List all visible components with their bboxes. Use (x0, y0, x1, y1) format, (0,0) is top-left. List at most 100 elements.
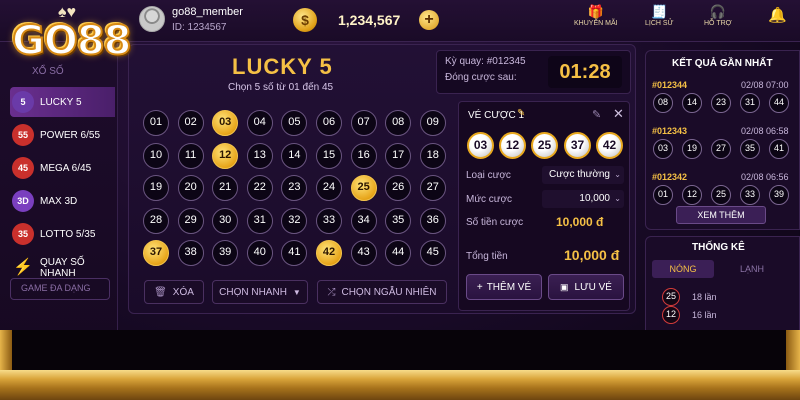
mega645-icon: 45 (12, 157, 34, 179)
sidebar-footer[interactable]: GAME ĐA DẠNG (10, 278, 110, 300)
number-ball[interactable]: 21 (212, 175, 239, 201)
number-ball[interactable]: 36 (419, 207, 446, 234)
number-ball[interactable]: 35 (385, 207, 412, 234)
number-ball[interactable]: 39 (212, 240, 239, 266)
bell-icon[interactable]: 🔔 (768, 6, 787, 24)
pencil-icon[interactable]: ✎ (517, 108, 525, 119)
number-ball[interactable]: 04 (246, 110, 273, 136)
result-draw-id: #012344 (652, 80, 688, 90)
number-ball[interactable]: 11 (177, 142, 204, 169)
bet-amount-label: Số tiền cược (466, 217, 524, 228)
sidebar-item-label: MEGA 6/45 (40, 162, 92, 174)
max3d-icon: 3D (12, 190, 34, 212)
number-ball[interactable]: 15 (316, 142, 342, 169)
number-ball[interactable]: 26 (385, 175, 412, 201)
see-more-button[interactable]: XEM THÊM (676, 206, 766, 224)
number-ball[interactable]: 09 (419, 110, 446, 136)
ticket-title: VÉ CƯỢC 1 (468, 110, 525, 121)
number-ball[interactable]: 33 (316, 207, 342, 234)
number-ball[interactable]: 01 (143, 110, 169, 136)
bet-level-select[interactable]: 10,000 ⌄ (542, 190, 624, 208)
number-ball[interactable]: 18 (419, 142, 446, 169)
total-value: 10,000 đ (564, 247, 620, 263)
number-ball[interactable]: 32 (281, 207, 308, 234)
bet-level-value: 10,000 (579, 193, 610, 204)
result-ball: 31 (740, 93, 760, 113)
nav-support[interactable]: 🎧 HỖ TRỢ (704, 4, 732, 27)
sidebar-item-power655[interactable]: 55 POWER 6/55 (10, 120, 115, 150)
number-ball[interactable]: 40 (246, 240, 273, 266)
number-ball[interactable]: 34 (350, 207, 377, 234)
number-ball[interactable]: 20 (177, 175, 204, 201)
quick-pick-select[interactable]: CHỌN NHANH ▼ (212, 280, 308, 304)
lightning-icon: ⚡ (13, 259, 33, 276)
result-ball: 27 (711, 139, 731, 159)
tab-hot[interactable]: NÓNG (652, 260, 714, 278)
sidebar-item-lotto535[interactable]: 35 LOTTO 5/35 (10, 219, 115, 249)
go88-logo[interactable]: ♠♥ GO88 (2, 2, 172, 70)
number-ball[interactable]: 03 (212, 110, 239, 136)
clear-button[interactable]: 🗑 XÓA (144, 280, 204, 304)
number-ball[interactable]: 42 (316, 240, 342, 266)
number-ball[interactable]: 24 (316, 175, 342, 201)
number-ball[interactable]: 16 (350, 142, 377, 169)
add-ticket-button[interactable]: + THÊM VÉ (466, 274, 542, 300)
tab-cold[interactable]: LẠNH (722, 260, 782, 278)
gold-frame-right (786, 330, 800, 375)
number-ball[interactable]: 14 (281, 142, 308, 169)
ticket-ball: 42 (596, 132, 623, 159)
number-ball[interactable]: 28 (143, 207, 169, 234)
lottery-app: ♠♥ GO88 go88_member ID: 1234567 $ 1,234,… (0, 0, 800, 400)
number-ball[interactable]: 27 (419, 175, 446, 201)
ticket-ball: 12 (499, 132, 526, 159)
number-ball[interactable]: 37 (143, 240, 169, 266)
bet-type-select[interactable]: Cược thường ⌄ (542, 166, 624, 184)
nav-promotions[interactable]: 🎁 KHUYẾN MÃI (574, 4, 618, 27)
save-ticket-label: LƯU VÉ (574, 281, 612, 293)
save-icon: ▣ (560, 281, 569, 292)
number-ball[interactable]: 07 (350, 110, 377, 136)
number-ball[interactable]: 02 (177, 110, 204, 136)
lucky5-icon: 5 (12, 91, 34, 113)
number-ball[interactable]: 38 (177, 240, 204, 266)
nav-history[interactable]: 🧾 LỊCH SỬ (645, 4, 674, 27)
number-ball[interactable]: 31 (246, 207, 273, 234)
number-ball[interactable]: 10 (143, 142, 169, 169)
number-ball[interactable]: 44 (385, 240, 412, 266)
result-ball: 35 (740, 139, 760, 159)
stat-ball: 12 (662, 306, 680, 324)
result-draw-id: #012342 (652, 172, 688, 182)
number-ball[interactable]: 19 (143, 175, 169, 201)
result-time: 02/08 06:56 (741, 172, 789, 182)
number-ball[interactable]: 17 (385, 142, 412, 169)
number-ball[interactable]: 30 (212, 207, 239, 234)
game-title: LUCKY 5 (232, 54, 333, 79)
number-ball[interactable]: 13 (246, 142, 273, 169)
number-ball[interactable]: 08 (385, 110, 412, 136)
bet-type-label: Loại cược (466, 170, 511, 181)
number-ball[interactable]: 45 (419, 240, 446, 266)
sidebar-item-mega645[interactable]: 45 MEGA 6/45 (10, 153, 115, 183)
sidebar-item-label: LOTTO 5/35 (40, 228, 96, 240)
clear-label: XÓA (172, 286, 194, 298)
chevron-down-icon: ⌄ (614, 194, 621, 203)
close-icon[interactable]: ✕ (613, 106, 624, 122)
number-ball[interactable]: 25 (350, 175, 377, 201)
save-ticket-button[interactable]: ▣ LƯU VÉ (548, 274, 624, 300)
history-icon: 🧾 (651, 4, 668, 19)
deposit-button[interactable]: + (419, 10, 439, 30)
sidebar-item-max3d[interactable]: 3D MAX 3D (10, 186, 115, 216)
bottom-shadow (0, 330, 800, 372)
number-ball[interactable]: 06 (316, 110, 342, 136)
number-ball[interactable]: 29 (177, 207, 204, 234)
number-ball[interactable]: 22 (246, 175, 273, 201)
nav-support-label: HỖ TRỢ (704, 20, 732, 27)
sidebar-item-lucky5[interactable]: 5 LUCKY 5 (10, 87, 115, 117)
number-ball[interactable]: 43 (350, 240, 377, 266)
result-draw-id: #012343 (652, 126, 688, 136)
number-ball[interactable]: 12 (212, 142, 239, 169)
edit-icon[interactable]: ✎ (592, 108, 601, 121)
sidebar-item-label: MAX 3D (40, 195, 78, 207)
gold-frame-left (0, 330, 12, 375)
random-pick-button[interactable]: ⤮ CHỌN NGẪU NHIÊN (317, 280, 447, 304)
